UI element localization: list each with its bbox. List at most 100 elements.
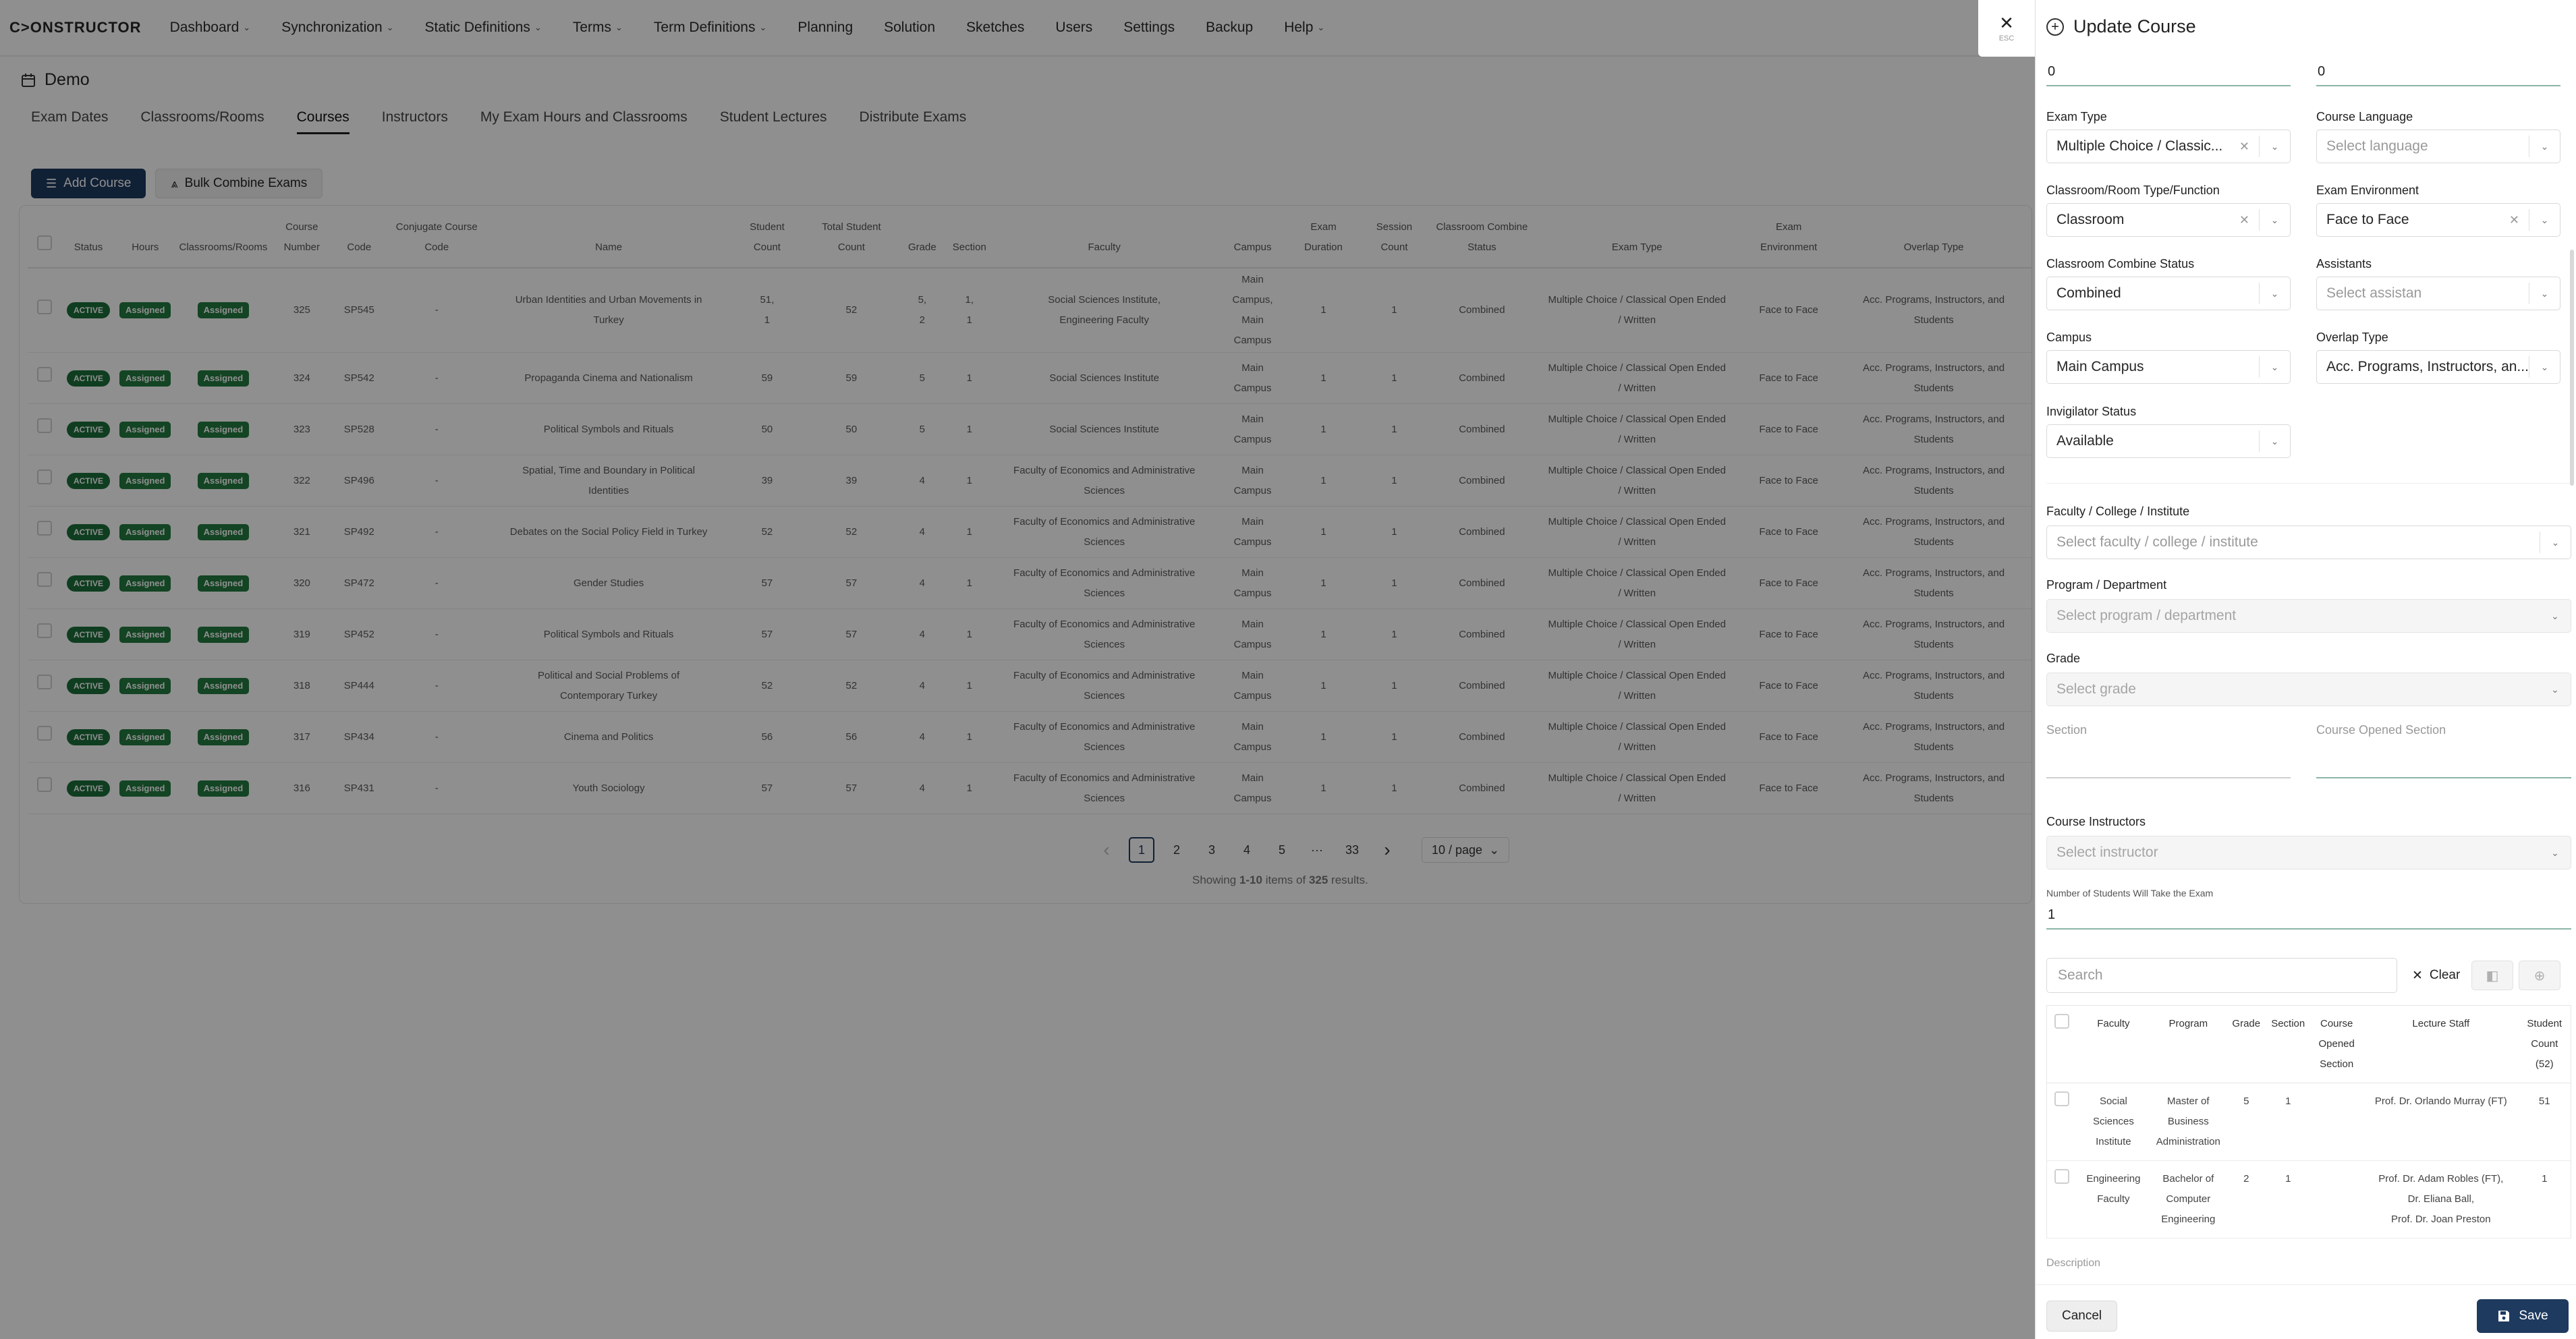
inner-col-grade: Grade — [2226, 1005, 2267, 1083]
campus-select[interactable]: Main Campus ⌄ — [2046, 350, 2291, 384]
list-item[interactable]: Engineering Faculty Bachelor of Computer Eng… — [2046, 1160, 2571, 1238]
course-instructors-select[interactable]: Select instructor ⌄ — [2046, 836, 2571, 870]
inner-section-cell-text: 1 — [2285, 1095, 2291, 1107]
session-input[interactable]: 0 — [2316, 59, 2560, 86]
program-select[interactable]: Select program / department ⌄ — [2046, 599, 2571, 633]
student-lectures-table: Faculty Program Grade Section Course Open… — [2046, 1005, 2571, 1238]
chevron-down-icon[interactable]: ⌄ — [2259, 430, 2290, 452]
inner-grade-cell: 5 — [2226, 1083, 2267, 1161]
inner-faculty-cell-text: Faculty — [2097, 1193, 2130, 1205]
exam-environment-select[interactable]: Face to Face ✕ ⌄ — [2316, 203, 2560, 237]
invigilator-status-label: Invigilator Status — [2046, 405, 2137, 418]
inner-select-all-checkbox[interactable] — [2054, 1014, 2069, 1029]
update-course-drawer: + Update Course 0 0 Exam Type Multiple C… — [2035, 0, 2576, 1339]
esc-hint: ESC — [1998, 34, 2015, 42]
inner-header-row: Faculty Program Grade Section Course Open… — [2046, 1005, 2571, 1083]
chevron-down-icon[interactable]: ⌄ — [2529, 356, 2560, 378]
overlap-type-select[interactable]: Acc. Programs, Instructors, an... ⌄ — [2316, 350, 2560, 384]
combine-status-select[interactable]: Combined ⌄ — [2046, 277, 2291, 310]
inner-student-count-cell-text: 51 — [2538, 1095, 2550, 1107]
footer-divider — [2036, 1284, 2576, 1285]
inner-col-faculty: Faculty — [2076, 1005, 2151, 1083]
inner-program-cell-text: Engineering — [2161, 1214, 2216, 1225]
inner-faculty-cell-text: Social Sciences — [2092, 1095, 2134, 1127]
inner-faculty-cell: Social Sciences Institute — [2076, 1083, 2151, 1161]
list-item[interactable]: Social Sciences Institute Master of Busines… — [2046, 1083, 2571, 1161]
course-language-label: Course Language — [2316, 110, 2413, 123]
course-instructors-label: Course Instructors — [2046, 815, 2146, 828]
chevron-down-icon[interactable]: ⌄ — [2529, 209, 2560, 231]
inner-select-all-cell[interactable] — [2046, 1005, 2077, 1083]
drawer-title: Update Course — [2073, 16, 2196, 36]
inner-grade-cell: 2 — [2226, 1160, 2267, 1238]
inner-program-cell-text: Computer — [2166, 1193, 2211, 1205]
section-label: Section — [2046, 723, 2088, 737]
inner-row-checkbox[interactable] — [2054, 1169, 2069, 1184]
student-search-input[interactable]: Search — [2046, 958, 2397, 993]
room-type-select[interactable]: Classroom ✕ ⌄ — [2046, 203, 2291, 237]
cancel-button[interactable]: Cancel — [2046, 1301, 2118, 1332]
inner-student-count-cell: 51 — [2518, 1083, 2571, 1161]
drawer-header: + Update Course — [2046, 16, 2196, 37]
inner-student-count-cell-text: 1 — [2542, 1173, 2548, 1185]
inner-program-cell: Bachelor of Computer Engineering — [2150, 1160, 2227, 1238]
inner-col-student-count: Student Count (52) — [2518, 1005, 2571, 1083]
chevron-down-icon[interactable]: ⌄ — [2259, 209, 2290, 231]
inner-lecture-staff-cell-text: Prof. Dr. Joan Preston — [2391, 1214, 2491, 1225]
drawer-scrollbar[interactable] — [2570, 250, 2574, 486]
inner-col-program: Program — [2150, 1005, 2227, 1083]
plus-circle-icon: ⊕ — [2533, 968, 2546, 984]
inner-lecture-staff-cell-text: Dr. Eliana Ball, — [2407, 1193, 2475, 1205]
modal-backdrop[interactable] — [0, 0, 2035, 1339]
room-type-label: Classroom/Room Type/Function — [2046, 183, 2220, 197]
merge-icon: ◧ — [2486, 968, 2499, 984]
inner-faculty-cell: Engineering Faculty — [2076, 1160, 2151, 1238]
num-students-input[interactable]: 1 — [2046, 903, 2571, 930]
campus-label: Campus — [2046, 331, 2092, 344]
chevron-down-icon: ⌄ — [2551, 683, 2559, 695]
chevron-down-icon[interactable]: ⌄ — [2529, 136, 2560, 157]
chevron-down-icon[interactable]: ⌄ — [2540, 532, 2571, 553]
save-button[interactable]: Save — [2477, 1299, 2569, 1333]
faculty-select[interactable]: Select faculty / college / institute ⌄ — [2046, 525, 2571, 559]
add-row-button[interactable]: ⊕ — [2519, 961, 2560, 990]
clear-icon[interactable]: ✕ — [2239, 140, 2249, 154]
inner-program-cell-text: Bachelor of — [2162, 1173, 2214, 1185]
inner-faculty-cell-text: Engineering — [2086, 1173, 2141, 1185]
chevron-down-icon[interactable]: ⌄ — [2259, 356, 2290, 378]
inner-lecture-staff-cell: Prof. Dr. Adam Robles (FT), Dr. Eliana Ba… — [2363, 1160, 2519, 1238]
section-input[interactable] — [2046, 751, 2291, 778]
merge-rows-button[interactable]: ◧ — [2471, 961, 2513, 990]
clear-icon[interactable]: ✕ — [2509, 213, 2519, 227]
chevron-down-icon[interactable]: ⌄ — [2529, 283, 2560, 304]
program-label: Program / Department — [2046, 578, 2167, 592]
plus-circle-icon: + — [2046, 18, 2064, 36]
save-icon — [2498, 1311, 2510, 1321]
clear-search-button[interactable]: ✕ Clear — [2405, 962, 2467, 989]
exam-type-select[interactable]: Multiple Choice / Classic... ✕ ⌄ — [2046, 130, 2291, 163]
inner-row-select-cell[interactable] — [2046, 1083, 2077, 1161]
inner-section-cell: 1 — [2266, 1160, 2310, 1238]
inner-row-select-cell[interactable] — [2046, 1160, 2077, 1238]
overlap-type-label: Overlap Type — [2316, 331, 2388, 344]
exam-environment-label: Exam Environment — [2316, 183, 2419, 197]
inner-program-cell: Master of Business Administration — [2150, 1083, 2227, 1161]
invigilator-status-select[interactable]: Available ⌄ — [2046, 424, 2291, 458]
assistants-select[interactable]: Select assistan ⌄ — [2316, 277, 2560, 310]
course-language-select[interactable]: Select language ⌄ — [2316, 130, 2560, 163]
grade-select[interactable]: Select grade ⌄ — [2046, 673, 2571, 706]
close-drawer-button[interactable]: ✕ ESC — [1978, 0, 2035, 57]
section-divider — [2046, 483, 2571, 484]
duration-input[interactable]: 0 — [2046, 59, 2291, 86]
chevron-down-icon[interactable]: ⌄ — [2259, 283, 2290, 304]
inner-row-checkbox[interactable] — [2054, 1091, 2069, 1106]
inner-student-count-cell: 1 — [2518, 1160, 2571, 1238]
chevron-down-icon[interactable]: ⌄ — [2259, 136, 2290, 157]
clear-icon[interactable]: ✕ — [2239, 213, 2249, 227]
inner-lecture-staff-cell: Prof. Dr. Orlando Murray (FT) — [2363, 1083, 2519, 1161]
close-icon: ✕ — [2412, 968, 2423, 983]
inner-col-lecture-staff: Lecture Staff — [2363, 1005, 2519, 1083]
inner-section-cell: 1 — [2266, 1083, 2310, 1161]
course-opened-section-input[interactable] — [2316, 751, 2571, 778]
description-label: Description — [2046, 1257, 2101, 1269]
